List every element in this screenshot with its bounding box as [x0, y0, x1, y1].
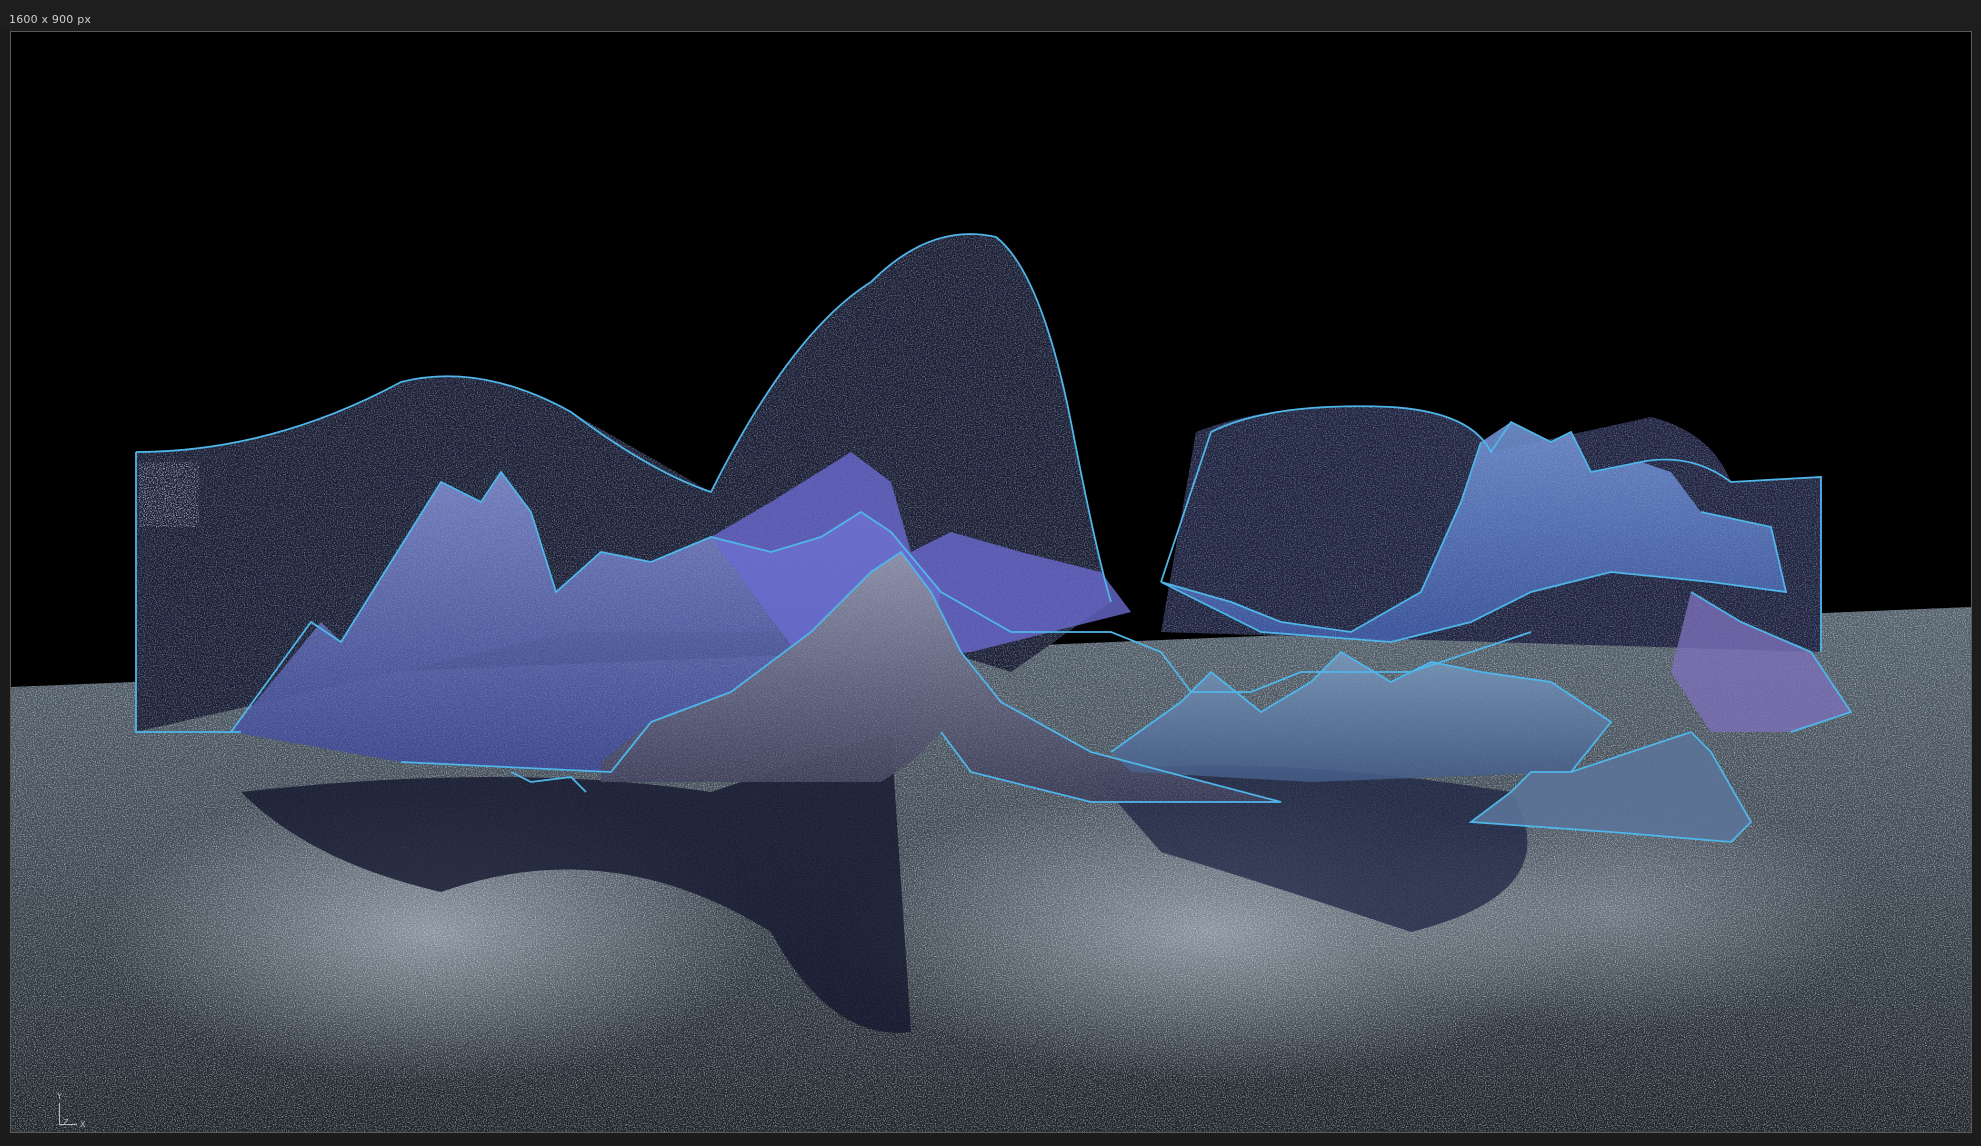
- x-axis-label: X: [80, 1120, 86, 1129]
- particle-cloud: [139, 462, 199, 527]
- y-axis-label: Y: [57, 1092, 62, 1101]
- render-viewer-window: 1600 x 900 px Y Z X: [0, 0, 1981, 1146]
- resolution-label: 1600 x 900 px: [9, 13, 92, 26]
- z-axis-label: Z: [63, 1118, 69, 1127]
- viewer-header: 1600 x 900 px: [0, 0, 1981, 30]
- render-viewport[interactable]: Y Z X: [10, 31, 1972, 1133]
- viewer-footer: [0, 1133, 1981, 1146]
- axis-gizmo: Y Z X: [47, 1092, 97, 1132]
- y-axis-line: [59, 1103, 60, 1125]
- scene-canvas[interactable]: [11, 32, 1971, 1132]
